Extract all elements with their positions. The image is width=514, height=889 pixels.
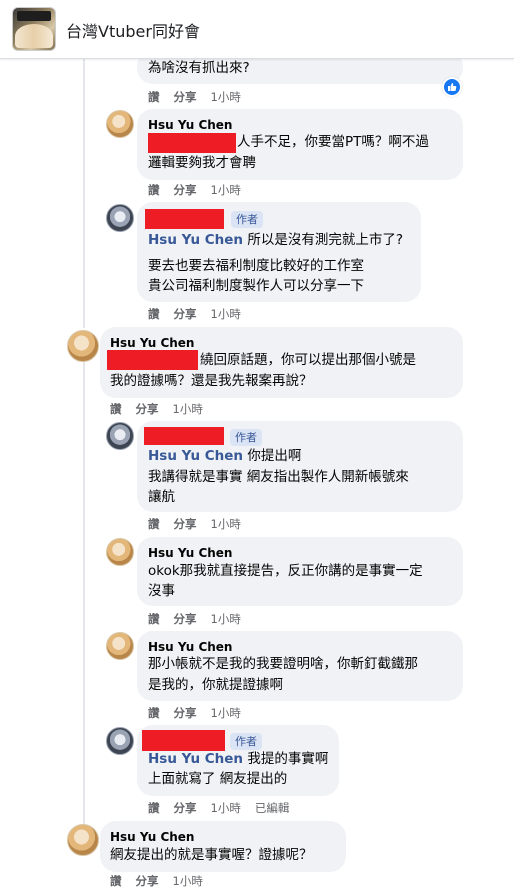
comment-text: 人手不足，你要當PT嗎？啊不過 (237, 134, 429, 150)
timestamp[interactable]: 1小時 (211, 517, 241, 531)
share-button[interactable]: 分享 (174, 307, 197, 321)
timestamp[interactable]: 1小時 (211, 612, 241, 626)
comment-actions: 讚分享 1小時 (148, 611, 255, 627)
comment-actions: 讚分享 1小時 已編輯 (148, 800, 303, 816)
commenter-name[interactable]: Hsu Yu Chen (148, 118, 232, 132)
comment-text: 邏輯要夠我才會聘 (148, 155, 256, 171)
group-title[interactable]: 台灣Vtuber同好會 (66, 18, 200, 42)
comment-text-part: 你提出啊 (247, 448, 302, 464)
comment-actions: 讚分享 1小時 (110, 873, 217, 889)
share-button[interactable]: 分享 (136, 874, 159, 888)
mention-tag[interactable]: Hsu Yu Chen (148, 232, 243, 248)
author-badge: 作者 (230, 429, 262, 446)
comment-text: okok那我就直接提告，反正你講的是事實一定 (148, 563, 423, 579)
timestamp[interactable]: 1小時 (211, 90, 241, 104)
author-badge: 作者 (230, 733, 262, 750)
redacted-name (144, 427, 224, 445)
commenter-name[interactable]: Hsu Yu Chen (148, 546, 232, 560)
comment-actions: 讚分享 1小時 (148, 306, 255, 322)
redacted-name (145, 209, 224, 229)
like-button[interactable]: 讚 (110, 402, 122, 416)
author-badge: 作者 (231, 211, 263, 228)
comment-text: 上面就寫了 網友提出的 (148, 771, 288, 787)
comment-text: 我的證據嗎？還是我先報案再說？ (110, 373, 313, 389)
commenter-name[interactable]: Hsu Yu Chen (110, 336, 194, 350)
share-button[interactable]: 分享 (174, 183, 197, 197)
comment-text: 貴公司福利制度製作人可以分享一下 (148, 278, 364, 294)
avatar[interactable] (106, 204, 134, 232)
comment-actions: 讚分享 1小時 (148, 182, 255, 198)
timestamp[interactable]: 1小時 (173, 874, 203, 888)
share-button[interactable]: 分享 (174, 706, 197, 720)
like-button[interactable]: 讚 (110, 874, 122, 888)
avatar[interactable] (67, 824, 99, 856)
thread-line (83, 58, 85, 328)
avatar[interactable] (106, 110, 134, 138)
like-button[interactable]: 讚 (148, 90, 160, 104)
comment-text: 那小帳就不是我的我要證明啥，你斬釘截鐵那 (148, 656, 418, 672)
share-button[interactable]: 分享 (174, 90, 197, 104)
timestamp[interactable]: 1小時 (211, 801, 241, 815)
like-button[interactable]: 讚 (148, 801, 160, 815)
comment-actions: 讚分享 1小時 (110, 401, 217, 417)
timestamp[interactable]: 1小時 (211, 183, 241, 197)
share-button[interactable]: 分享 (174, 801, 197, 815)
avatar[interactable] (106, 538, 134, 566)
comment-text: Hsu Yu Chen 你提出啊 (148, 446, 301, 467)
like-button[interactable]: 讚 (148, 307, 160, 321)
comment-text-part: 所以是沒有測完就上市了? (247, 232, 404, 248)
timestamp[interactable]: 1小時 (211, 706, 241, 720)
comment-actions: 讚分享 1小時 (148, 516, 255, 532)
timestamp[interactable]: 1小時 (211, 307, 241, 321)
avatar[interactable] (67, 330, 99, 362)
avatar[interactable] (106, 727, 134, 755)
commenter-name[interactable]: Hsu Yu Chen (148, 640, 232, 654)
redacted-name (142, 730, 225, 751)
like-button[interactable]: 讚 (148, 612, 160, 626)
comment-text-part: 我提的事實啊 (247, 751, 329, 767)
like-button[interactable]: 讚 (148, 183, 160, 197)
redacted-mention (107, 350, 198, 370)
redacted-mention (148, 133, 236, 153)
edited-label[interactable]: 已編輯 (255, 801, 290, 815)
thread-line (83, 358, 85, 828)
comment-actions: 讚分享 1小時 (148, 705, 255, 721)
group-header: 台灣Vtuber同好會 (0, 0, 514, 59)
share-button[interactable]: 分享 (174, 612, 197, 626)
comment-text: 網友提出的就是事實喔？證據呢？ (110, 847, 313, 863)
comment-text: 繞回原話題，你可以提出那個小號是 (200, 352, 416, 368)
comment-text: 我講得就是事實 網友指出製作人開新帳號來 (148, 469, 409, 485)
comment-actions: 讚分享 1小時 (148, 89, 255, 105)
share-button[interactable]: 分享 (136, 402, 159, 416)
comment-text: 讓航 (148, 489, 175, 505)
thumbs-up-icon (448, 83, 457, 91)
comment-text: 要去也要去福利制度比較好的工作室 (148, 258, 364, 274)
timestamp[interactable]: 1小時 (173, 402, 203, 416)
comment-text: 是我的，你就提證據啊 (148, 677, 283, 693)
mention-tag[interactable]: Hsu Yu Chen (148, 448, 243, 464)
comment-text: 沒事 (148, 583, 175, 599)
group-avatar[interactable] (12, 7, 56, 51)
like-button[interactable]: 讚 (148, 706, 160, 720)
like-button[interactable]: 讚 (148, 517, 160, 531)
avatar[interactable] (106, 632, 134, 660)
comment-text: Hsu Yu Chen 我提的事實啊 (148, 749, 328, 770)
commenter-name[interactable]: Hsu Yu Chen (110, 830, 194, 844)
mention-tag[interactable]: Hsu Yu Chen (148, 751, 243, 767)
avatar[interactable] (106, 422, 134, 450)
comment-text: Hsu Yu Chen 所以是沒有測完就上市了? (148, 230, 403, 251)
comment-text: 為啥沒有抓出來? (148, 60, 250, 76)
like-reaction[interactable] (442, 77, 462, 97)
share-button[interactable]: 分享 (174, 517, 197, 531)
